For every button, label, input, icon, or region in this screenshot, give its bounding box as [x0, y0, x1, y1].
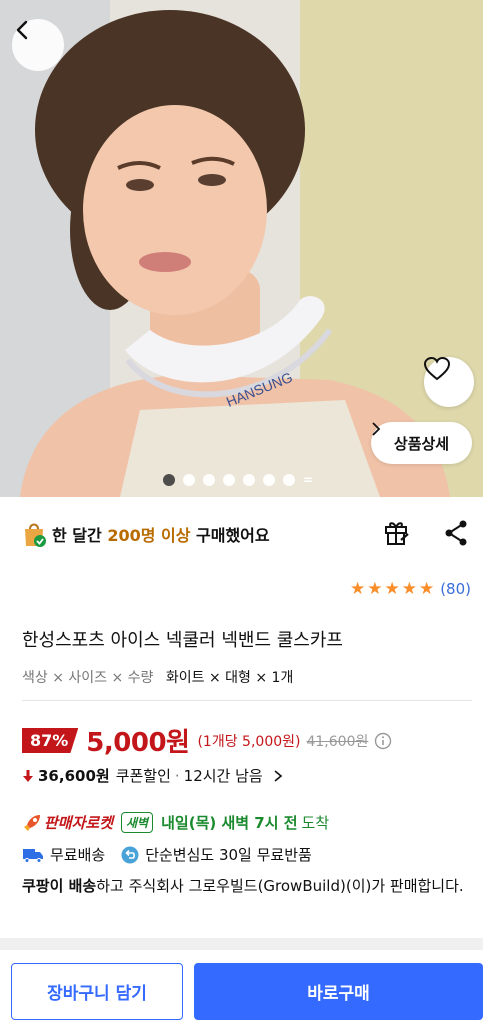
purchase-stat-highlight: 200명 이상 [107, 526, 191, 545]
coupon-label: 쿠폰할인 [115, 767, 171, 785]
free-shipping-text: 무료배송 [50, 846, 106, 864]
star-icon: ★ [349, 579, 366, 599]
carousel-dot[interactable] [243, 474, 255, 486]
price-row: 87% 5,000원 (1개당 5,000원) 41,600원 [22, 722, 392, 759]
carousel-dot[interactable] [263, 474, 275, 486]
carousel-dot[interactable] [183, 474, 195, 486]
star-icon: ★ [401, 579, 417, 599]
rocket-icon [24, 814, 40, 831]
back-button[interactable] [12, 19, 64, 71]
chevron-right-icon [372, 422, 381, 436]
product-detail-label: 상품상세 [393, 434, 450, 453]
carousel-dot[interactable] [203, 474, 215, 486]
back-arrow-icon [16, 20, 28, 40]
discount-badge: 87% [22, 728, 79, 753]
carousel-dot[interactable] [223, 474, 235, 486]
carousel-dot[interactable] [283, 474, 295, 486]
arrival-time: 내일(목) 새벽 7시 전 [161, 814, 298, 832]
buy-now-button[interactable]: 바로구매 [194, 963, 483, 1020]
option-labels: 색상 × 사이즈 × 수량 [22, 670, 154, 686]
star-icon: ★ [418, 579, 435, 599]
carousel-indicator: = [163, 474, 313, 486]
coupon-row[interactable]: 36,600원 쿠폰할인 · 12시간 남음 [22, 765, 285, 786]
shipping-return-row: 무료배송 단순변심도 30일 무료반품 [22, 844, 312, 865]
purchase-stat-text: 한 달간 200명 이상 구매했어요 [52, 522, 270, 546]
carousel-dot[interactable] [163, 474, 175, 486]
down-arrow-icon [23, 769, 33, 782]
chevron-right-icon [274, 769, 282, 782]
arrival-suffix: 도착 [301, 814, 330, 832]
section-divider [0, 938, 483, 950]
heart-icon [424, 357, 450, 381]
product-title: 한성스포츠 아이스 넥쿨러 넥밴드 쿨스카프 [22, 630, 343, 651]
option-selector[interactable]: 색상 × 사이즈 × 수량 화이트 × 대형 × 1개 [22, 667, 293, 687]
rocket-delivery-row: 판매자로켓 새벽 내일(목) 새벽 7시 전 도착 [22, 812, 329, 833]
wishlist-button[interactable] [424, 357, 474, 407]
purchase-stat-prefix: 한 달간 [52, 526, 108, 545]
option-values: 화이트 × 대형 × 1개 [165, 670, 294, 686]
original-price: 41,600원 [306, 733, 369, 750]
truck-icon [23, 848, 43, 863]
product-rating[interactable]: ★ ★ ★ ★ ★ (80) [350, 580, 471, 598]
return-icon [121, 846, 139, 863]
add-to-cart-button[interactable]: 장바구니 담기 [11, 963, 183, 1020]
divider [22, 700, 472, 701]
star-icon: ★ [367, 579, 383, 599]
carousel-more-icon: = [303, 473, 314, 487]
gift-icon[interactable] [384, 518, 410, 546]
coupon-time-left: 12시간 남음 [183, 767, 263, 785]
seller-text: 하고 주식회사 그로우빌드(GrowBuild)(이)가 판매합니다. [96, 877, 464, 895]
coupon-separator: · [174, 766, 180, 785]
rocket-label: 판매자로켓 [44, 814, 114, 832]
seller-info: 쿠팡이 배송하고 주식회사 그로우빌드(GrowBuild)(이)가 판매합니다… [22, 875, 472, 897]
product-detail-button[interactable]: 상품상세 [371, 422, 472, 464]
seller-delivery-bold: 쿠팡이 배송 [22, 877, 97, 895]
unit-price: (1개당 5,000원) [197, 733, 301, 750]
shopping-bag-check-icon [25, 523, 46, 547]
info-icon[interactable] [374, 732, 392, 750]
sale-price: 5,000원 [86, 728, 190, 758]
share-icon[interactable] [444, 520, 468, 546]
free-return-text: 단순변심도 30일 무료반품 [145, 846, 312, 864]
coupon-amount: 36,600원 [38, 767, 110, 785]
purchase-stat-row: 한 달간 200명 이상 구매했어요 [22, 514, 472, 554]
product-image-carousel[interactable]: HANSUNG 상품상세 = [0, 0, 483, 497]
review-count[interactable]: (80) [440, 580, 471, 598]
star-icon: ★ [384, 579, 400, 599]
dawn-badge: 새벽 [121, 812, 154, 833]
purchase-stat-suffix: 구매했어요 [190, 526, 270, 545]
